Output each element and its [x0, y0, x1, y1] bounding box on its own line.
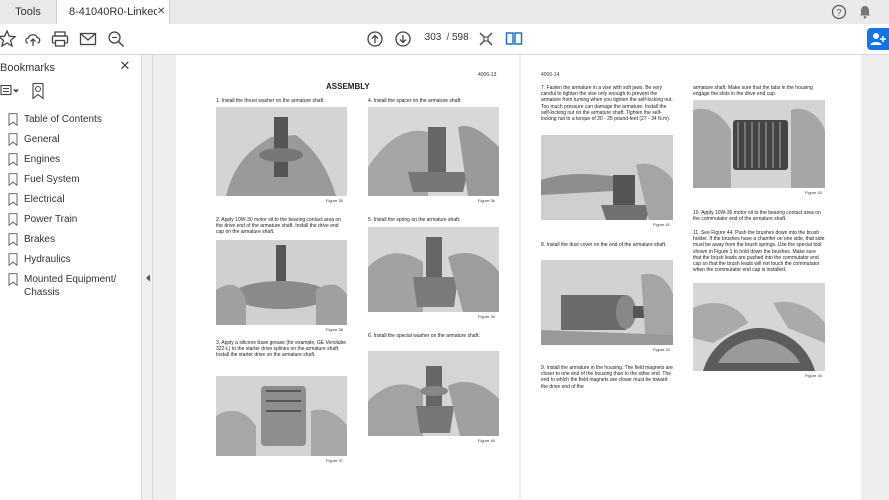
bookmark-icon	[8, 253, 18, 266]
bookmark-options-icon[interactable]	[0, 83, 20, 99]
close-panel-icon[interactable]: ✕	[118, 58, 132, 74]
bookmark-label: Hydraulics	[24, 254, 71, 265]
total-pages: 598	[452, 32, 469, 43]
bookmark-item-mounted-equipment[interactable]: Mounted Equipment/ Chassis	[6, 273, 136, 299]
step-text: 6. Install the special washer on the arm…	[368, 333, 480, 339]
email-icon[interactable]	[78, 29, 98, 49]
bookmark-icon	[8, 173, 18, 186]
bookmark-icon	[8, 193, 18, 206]
zoom-search-icon[interactable]	[106, 29, 126, 49]
bookmarks-panel: Bookmarks ✕ Table of Contents General En…	[0, 55, 141, 500]
collapse-panel-arrow-icon[interactable]	[145, 269, 151, 282]
figure-image	[216, 240, 347, 325]
page-number: 4006-13	[478, 72, 497, 78]
step-text: 9. Install the armature in the housing. …	[541, 365, 673, 390]
add-bookmark-icon[interactable]	[31, 82, 45, 100]
document-tab[interactable]: 8-41040R0-Linked ... ✕	[56, 0, 170, 24]
bookmark-item-engines[interactable]: Engines	[6, 153, 136, 166]
bookmark-item-general[interactable]: General	[6, 133, 136, 146]
step-text: 3. Apply a silicone base grease (for exa…	[216, 340, 347, 359]
step-text: 4. Install the spacer on the armature sh…	[368, 98, 462, 104]
step-text: 2. Apply 10W-30 motor oil to the bearing…	[216, 217, 341, 236]
main-toolbar: 303 / 598	[0, 24, 889, 55]
figure-caption: Figure 41	[653, 222, 670, 227]
left-page: 4006-13 ASSEMBLY 1. Install the thrust w…	[176, 55, 519, 500]
bookmark-icon	[8, 213, 18, 226]
tab-bar: Tools 8-41040R0-Linked ... ✕ ?	[0, 0, 889, 25]
notifications-bell-icon[interactable]	[857, 4, 873, 20]
step-text: armature shaft. Make sure that the tabs …	[693, 85, 813, 98]
figure-caption: Figure 44	[805, 373, 822, 378]
figure-caption: Figure 40	[478, 438, 495, 443]
previous-page-icon[interactable]	[365, 29, 385, 49]
figure-image	[368, 351, 499, 436]
page-number-input[interactable]: 303	[422, 29, 444, 47]
bookmark-label: Engines	[24, 154, 61, 165]
upload-cloud-icon[interactable]	[23, 29, 43, 49]
close-tab-icon[interactable]: ✕	[157, 0, 167, 24]
figure-caption: Figure 39	[478, 314, 495, 319]
bookmark-item-hydraulics[interactable]: Hydraulics	[6, 253, 136, 266]
figure-image	[693, 100, 825, 188]
bookmark-item-table-of-contents[interactable]: Table of Contents	[6, 113, 136, 126]
figure-image	[368, 227, 499, 312]
document-tab-label: 8-41040R0-Linked ...	[69, 6, 157, 18]
star-bookmark-icon[interactable]	[0, 29, 17, 49]
bookmark-item-power-train[interactable]: Power Train	[6, 213, 136, 226]
page-separator: /	[446, 32, 450, 43]
bookmark-label: Mounted Equipment/ Chassis	[24, 274, 117, 298]
bookmark-item-brakes[interactable]: Brakes	[6, 233, 136, 246]
step-text: 7. Fasten the armature in a vise with so…	[541, 85, 673, 123]
bookmark-label: Power Train	[24, 214, 78, 225]
bookmark-label: Table of Contents	[24, 114, 102, 125]
figure-image	[216, 376, 347, 456]
bookmark-icon	[8, 273, 18, 286]
bookmark-item-electrical[interactable]: Electrical	[6, 193, 136, 206]
next-page-icon[interactable]	[393, 29, 413, 49]
bookmark-label: Fuel System	[24, 174, 80, 185]
bookmark-item-fuel-system[interactable]: Fuel System	[6, 173, 136, 186]
bookmark-label: Electrical	[24, 194, 65, 205]
page-heading: ASSEMBLY	[326, 82, 370, 91]
step-text: 5. Install the spring on the armature sh…	[368, 217, 461, 223]
svg-text:?: ?	[836, 8, 841, 18]
bookmark-icon	[8, 233, 18, 246]
step-text: 11. See Figure 44. Push the brushes down…	[693, 230, 825, 274]
bookmark-icon	[8, 113, 18, 126]
figure-image	[541, 135, 673, 220]
share-button[interactable]	[867, 28, 889, 50]
page-display-icon[interactable]	[476, 29, 496, 49]
figure-caption: Figure 42	[653, 347, 670, 352]
figure-caption: Figure 43	[805, 190, 822, 195]
bookmark-label: Brakes	[24, 234, 56, 245]
document-viewport[interactable]: 4006-13 ASSEMBLY 1. Install the thrust w…	[153, 55, 889, 500]
step-text: 10. Apply 10W-30 motor oil to the bearin…	[693, 210, 821, 223]
figure-caption: Figure 38	[326, 327, 343, 332]
figure-image	[216, 107, 347, 196]
bookmark-icon	[8, 133, 18, 146]
figure-caption: Figure 36	[478, 198, 495, 203]
page-number: 4006-14	[541, 72, 560, 78]
two-page-view-icon[interactable]	[504, 29, 524, 49]
bookmarks-title: Bookmarks	[0, 62, 56, 74]
panel-splitter[interactable]	[141, 55, 153, 500]
bookmark-icon	[8, 153, 18, 166]
bookmark-label: General	[24, 134, 60, 145]
tools-tab[interactable]: Tools	[0, 0, 56, 24]
help-icon[interactable]: ?	[831, 4, 847, 20]
figure-image	[368, 107, 499, 196]
figure-caption: Figure 37	[326, 458, 343, 463]
right-page: 4006-14 7. Fasten the armature in a vise…	[521, 55, 861, 500]
print-icon[interactable]	[50, 29, 70, 49]
figure-caption: Figure 35	[326, 198, 343, 203]
step-text: 8. Install the dust cover on the end of …	[541, 242, 667, 248]
step-text: 1. Install the thrust washer on the arma…	[216, 98, 325, 104]
figure-image	[693, 283, 825, 371]
figure-image	[541, 260, 673, 345]
